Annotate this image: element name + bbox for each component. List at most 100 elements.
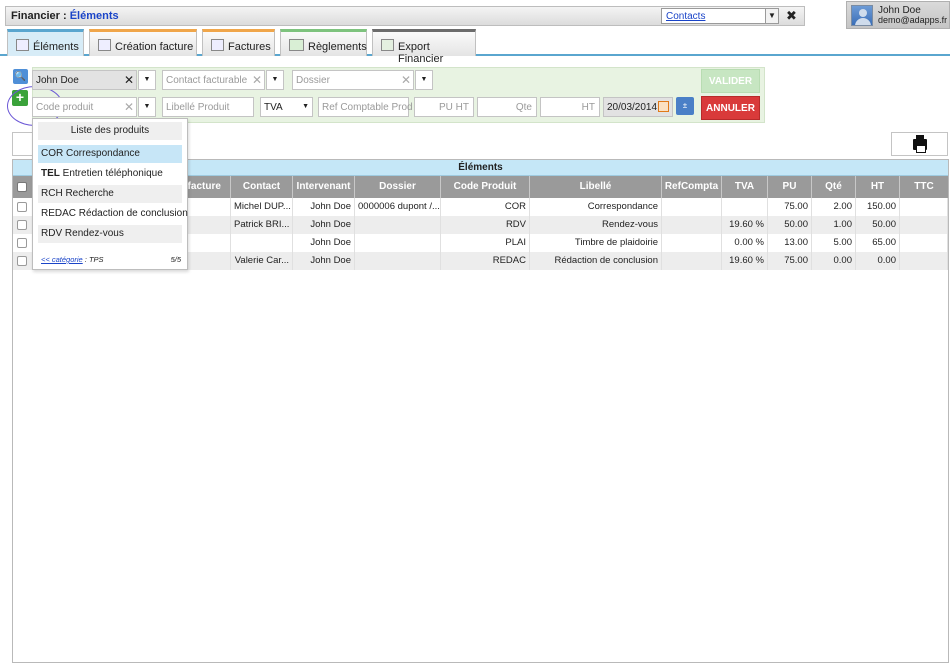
table-cell: 2.00 bbox=[812, 198, 856, 216]
table-cell: 150.00 bbox=[856, 198, 900, 216]
top-bar: Financier : Éléments Contacts ▼ ✖ bbox=[5, 6, 805, 26]
table-cell: Rédaction de conclusion bbox=[530, 252, 662, 270]
column-header[interactable]: Dossier bbox=[355, 176, 441, 198]
product-option[interactable]: RDV Rendez-vous bbox=[38, 225, 182, 243]
table-cell bbox=[662, 198, 722, 216]
client-field[interactable]: John Doe ✕ bbox=[32, 70, 137, 90]
clear-icon[interactable]: ✕ bbox=[397, 71, 415, 89]
category-back-link[interactable]: << catégorie bbox=[41, 255, 83, 264]
table-cell bbox=[231, 234, 293, 252]
calendar-icon[interactable] bbox=[658, 101, 669, 112]
table-cell: 75.00 bbox=[768, 252, 812, 270]
table-cell bbox=[182, 252, 231, 270]
ht-field[interactable]: HT bbox=[540, 97, 600, 117]
table-cell: Patrick BRI... bbox=[231, 216, 293, 234]
table-cell: 75.00 bbox=[768, 198, 812, 216]
document-icon bbox=[211, 39, 224, 51]
row-checkbox[interactable] bbox=[17, 256, 27, 266]
row-checkbox[interactable] bbox=[17, 238, 27, 248]
client-dropdown-button[interactable]: ▼ bbox=[138, 70, 156, 90]
tva-select[interactable]: TVA ▼ bbox=[260, 97, 313, 117]
dropdown-title: Liste des produits bbox=[38, 122, 182, 140]
column-header[interactable]: Qté bbox=[812, 176, 856, 198]
money-icon bbox=[289, 39, 304, 51]
user-email: demo@adapps.fr bbox=[878, 15, 948, 25]
table-cell: 50.00 bbox=[856, 216, 900, 234]
contact-dropdown-button[interactable]: ▼ bbox=[266, 70, 284, 90]
table-cell: REDAC bbox=[441, 252, 530, 270]
column-header[interactable]: efacture bbox=[182, 176, 231, 198]
tab-elements[interactable]: Éléments bbox=[7, 29, 84, 56]
column-header[interactable]: RefCompta bbox=[662, 176, 722, 198]
search-button[interactable]: 🔍 bbox=[13, 69, 28, 84]
dropdown-footer: << catégorie : TPS 5/5 bbox=[41, 255, 181, 264]
table-cell: Rendez-vous bbox=[530, 216, 662, 234]
column-header[interactable]: HT bbox=[856, 176, 900, 198]
chevron-down-icon: ▼ bbox=[143, 76, 151, 83]
table-cell bbox=[662, 234, 722, 252]
dossier-field[interactable]: Dossier ✕ bbox=[292, 70, 414, 90]
date-field[interactable]: 20/03/2014 bbox=[603, 97, 673, 117]
contacts-select-value[interactable]: Contacts bbox=[666, 11, 705, 22]
row-checkbox[interactable] bbox=[17, 220, 27, 230]
clear-icon[interactable]: ✕ bbox=[248, 71, 266, 89]
tab-creation-facture[interactable]: Création facture bbox=[89, 29, 197, 56]
column-header[interactable]: Libellé bbox=[530, 176, 662, 198]
pu-ht-field[interactable]: PU HT bbox=[414, 97, 474, 117]
list-icon bbox=[16, 39, 29, 51]
table-cell bbox=[900, 216, 948, 234]
product-option[interactable]: COR Correspondance bbox=[38, 145, 182, 163]
table-cell: PLAI bbox=[441, 234, 530, 252]
table-cell bbox=[182, 198, 231, 216]
table-cell: John Doe bbox=[293, 198, 355, 216]
product-option[interactable]: REDAC Rédaction de conclusion bbox=[38, 205, 188, 223]
product-option[interactable]: TEL Entretien téléphonique bbox=[38, 165, 182, 183]
product-dropdown: Liste des produits COR Correspondance TE… bbox=[32, 118, 188, 270]
chevron-down-icon[interactable]: ▼ bbox=[765, 9, 778, 23]
qte-field[interactable]: Qte bbox=[477, 97, 537, 117]
libelle-produit-field[interactable]: Libellé Produit bbox=[162, 97, 254, 117]
table-cell: RDV bbox=[441, 216, 530, 234]
column-header[interactable]: Contact bbox=[231, 176, 293, 198]
calculator-button[interactable]: ± bbox=[676, 97, 694, 115]
tab-factures[interactable]: Factures bbox=[202, 29, 275, 56]
table-cell: 0.00 % bbox=[722, 234, 768, 252]
column-header[interactable]: Code Produit bbox=[441, 176, 530, 198]
clear-icon[interactable]: ✕ bbox=[120, 71, 138, 89]
chevron-down-icon: ▼ bbox=[143, 103, 151, 110]
export-icon bbox=[381, 39, 394, 51]
close-icon[interactable]: ✖ bbox=[786, 8, 797, 24]
search-icon: 🔍 bbox=[14, 71, 27, 81]
table-cell bbox=[722, 198, 768, 216]
result-count: 5/5 bbox=[170, 255, 181, 264]
product-option[interactable]: RCH Recherche bbox=[38, 185, 182, 203]
table-cell: 5.00 bbox=[812, 234, 856, 252]
toolbar-button[interactable] bbox=[12, 132, 34, 156]
contact-facturable-field[interactable]: Contact facturable ✕ bbox=[162, 70, 265, 90]
table-cell bbox=[662, 216, 722, 234]
user-box[interactable]: John Doe demo@adapps.fr bbox=[846, 1, 950, 29]
clear-icon[interactable]: ✕ bbox=[120, 98, 138, 116]
table-cell: John Doe bbox=[293, 234, 355, 252]
tab-export-financier[interactable]: Export Financier bbox=[372, 29, 476, 65]
column-header[interactable]: Intervenant bbox=[293, 176, 355, 198]
dossier-dropdown-button[interactable]: ▼ bbox=[415, 70, 433, 90]
code-produit-dropdown-button[interactable]: ▼ bbox=[138, 97, 156, 117]
column-header[interactable]: PU bbox=[768, 176, 812, 198]
annuler-button[interactable]: ANNULER bbox=[701, 96, 760, 120]
table-cell: John Doe bbox=[293, 252, 355, 270]
column-header[interactable]: TTC bbox=[900, 176, 948, 198]
table-cell bbox=[355, 252, 441, 270]
table-cell: 0000006 dupont /... bbox=[355, 198, 441, 216]
tab-reglements[interactable]: Règlements bbox=[280, 29, 367, 56]
table-cell bbox=[355, 216, 441, 234]
valider-button[interactable]: VALIDER bbox=[701, 69, 760, 93]
row-checkbox[interactable] bbox=[17, 202, 27, 212]
table-cell bbox=[900, 198, 948, 216]
print-button[interactable] bbox=[891, 132, 948, 156]
code-produit-field[interactable]: Code produit ✕ bbox=[32, 97, 137, 117]
select-all-checkbox[interactable] bbox=[17, 182, 27, 192]
contacts-select[interactable]: Contacts ▼ bbox=[661, 8, 779, 24]
ref-comptable-field[interactable]: Ref Comptable Prod bbox=[318, 97, 413, 117]
column-header[interactable]: TVA bbox=[722, 176, 768, 198]
